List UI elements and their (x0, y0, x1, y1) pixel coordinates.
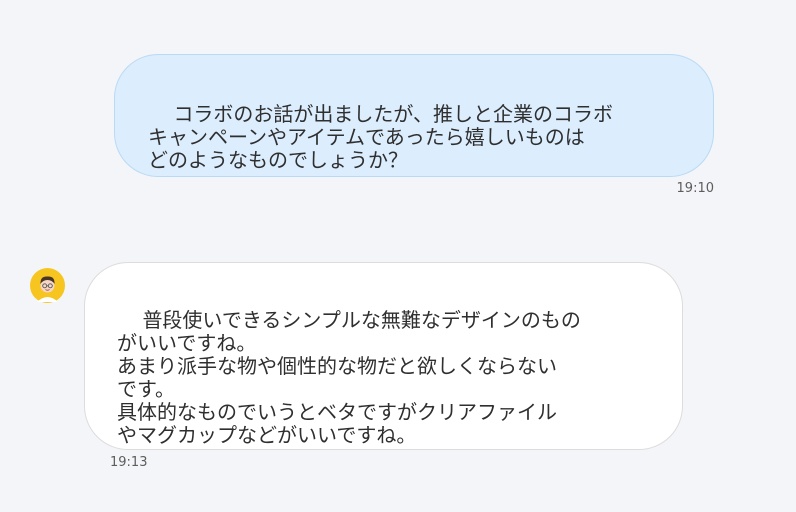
bot-message-bubble: 普段使いできるシンプルな無難なデザインのもの がいいですね。 あまり派手な物や個… (84, 262, 683, 450)
user-message-text: コラボのお話が出ましたが、推しと企業のコラボ キャンペーンやアイテムであったら嬉… (148, 102, 614, 172)
avatar-icon (30, 268, 65, 303)
user-message-timestamp: 19:10 (676, 181, 714, 196)
user-message-bubble: コラボのお話が出ましたが、推しと企業のコラボ キャンペーンやアイテムであったら嬉… (114, 54, 714, 177)
bot-message-text: 普段使いできるシンプルな無難なデザインのもの がいいですね。 あまり派手な物や個… (117, 308, 581, 447)
bot-message-timestamp: 19:13 (110, 455, 148, 470)
